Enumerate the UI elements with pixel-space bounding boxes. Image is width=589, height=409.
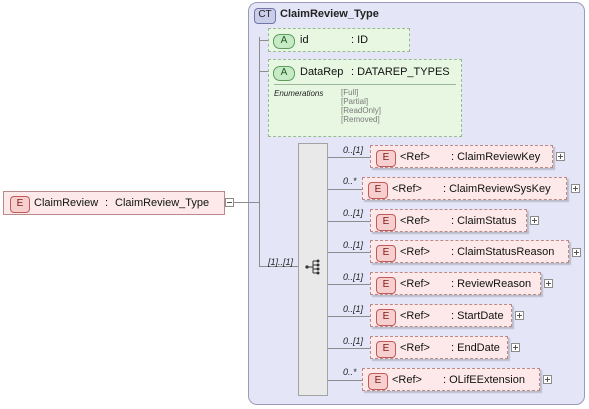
child-cardinality: 0..[1]	[343, 304, 364, 314]
element-name: : ClaimReviewKey	[451, 151, 541, 163]
child-cardinality: 0..[1]	[343, 240, 364, 250]
child-connector	[328, 380, 362, 381]
element-badge-icon: E	[376, 150, 396, 167]
child-cardinality: 0..*	[343, 367, 357, 377]
attribute-type: : ID	[351, 34, 369, 46]
attribute-badge-icon: A	[273, 66, 295, 81]
element-badge-icon: E	[376, 214, 396, 231]
attribute-name: DataRep	[300, 66, 344, 78]
element-badge-icon: E	[368, 182, 388, 199]
element-badge-icon: E	[10, 196, 30, 213]
element-ref: <Ref>	[400, 310, 430, 322]
expand-icon[interactable]	[571, 184, 580, 193]
child-cardinality: 0..[1]	[343, 145, 364, 155]
ct-branch-sequence	[248, 202, 259, 203]
complex-type-title: ClaimReview_Type	[280, 8, 379, 20]
attribute-datarep-box[interactable]: A DataRep : DATAREP_TYPES Enumerations […	[268, 59, 462, 137]
attribute-name: id	[300, 34, 309, 46]
element-name: : OLifEExtension	[443, 374, 525, 386]
element-name: : EndDate	[451, 342, 500, 354]
child-cardinality: 0..[1]	[343, 208, 364, 218]
element-badge-icon: E	[376, 277, 396, 294]
child-connector	[328, 157, 370, 158]
element-ref: <Ref>	[400, 151, 430, 163]
element-name: : ClaimStatusReason	[451, 246, 555, 258]
child-connector	[328, 189, 362, 190]
element-ref: <Ref>	[400, 342, 430, 354]
element-ref: <Ref>	[400, 278, 430, 290]
child-element-startdate[interactable]: E <Ref> : StartDate	[370, 304, 512, 327]
child-element-enddate[interactable]: E <Ref> : EndDate	[370, 336, 508, 359]
child-cardinality: 0..[1]	[343, 336, 364, 346]
enum-divider	[274, 84, 456, 85]
sequence-cardinality: [1]..[1]	[268, 257, 294, 267]
child-connector	[328, 316, 370, 317]
child-element-claimreviewsyskey[interactable]: E <Ref> : ClaimReviewSysKey	[362, 177, 567, 200]
root-connector	[234, 202, 248, 203]
child-element-claimstatusreason[interactable]: E <Ref> : ClaimStatusReason	[370, 240, 569, 263]
root-element-type: ClaimReview_Type	[115, 197, 210, 209]
child-connector	[328, 284, 370, 285]
expand-icon[interactable]	[543, 375, 552, 384]
element-ref: <Ref>	[392, 374, 422, 386]
element-ref: <Ref>	[400, 246, 430, 258]
enumerations-list: [Full] [Partial] [ReadOnly] [Removed]	[341, 88, 381, 124]
child-element-claimstatus[interactable]: E <Ref> : ClaimStatus	[370, 209, 527, 232]
child-connector	[328, 252, 370, 253]
enumerations-label: Enumerations	[274, 89, 324, 98]
root-element-box[interactable]: E ClaimReview : ClaimReview_Type	[3, 191, 225, 215]
enum-value: [Full]	[341, 88, 359, 97]
sequence-icon	[305, 259, 320, 275]
expand-icon[interactable]	[556, 152, 565, 161]
element-ref: <Ref>	[400, 215, 430, 227]
root-element-sep: :	[105, 197, 109, 209]
child-element-claimreviewkey[interactable]: E <Ref> : ClaimReviewKey	[370, 145, 553, 168]
element-badge-icon: E	[376, 309, 396, 326]
expand-icon[interactable]	[511, 343, 520, 352]
expand-icon[interactable]	[515, 311, 524, 320]
child-connector	[328, 348, 370, 349]
expand-icon[interactable]	[544, 279, 553, 288]
element-name: : ReviewReason	[451, 278, 532, 290]
attribute-type: : DATAREP_TYPES	[351, 66, 450, 78]
child-element-reviewreason[interactable]: E <Ref> : ReviewReason	[370, 272, 541, 295]
element-badge-icon: E	[376, 341, 396, 358]
attribute-badge-icon: A	[273, 34, 295, 49]
enum-value: [Removed]	[341, 115, 380, 124]
element-name: : StartDate	[451, 310, 504, 322]
child-cardinality: 0..*	[343, 176, 357, 186]
collapse-root-icon[interactable]	[225, 198, 234, 207]
expand-icon[interactable]	[572, 248, 581, 257]
expand-icon[interactable]	[530, 216, 539, 225]
child-cardinality: 0..[1]	[343, 272, 364, 282]
element-name: : ClaimReviewSysKey	[443, 183, 551, 195]
element-badge-icon: E	[376, 245, 396, 262]
child-element-olifeextension[interactable]: E <Ref> : OLifEExtension	[362, 368, 540, 391]
child-connector	[328, 221, 370, 222]
attribute-id-box[interactable]: A id : ID	[268, 28, 410, 52]
element-name: : ClaimStatus	[451, 215, 517, 227]
element-ref: <Ref>	[392, 183, 422, 195]
enum-value: [ReadOnly]	[341, 106, 382, 115]
enum-value: [Partial]	[341, 97, 369, 106]
root-element-name: ClaimReview	[34, 197, 99, 209]
complex-type-badge-icon: CT	[254, 8, 276, 24]
element-badge-icon: E	[368, 373, 388, 390]
